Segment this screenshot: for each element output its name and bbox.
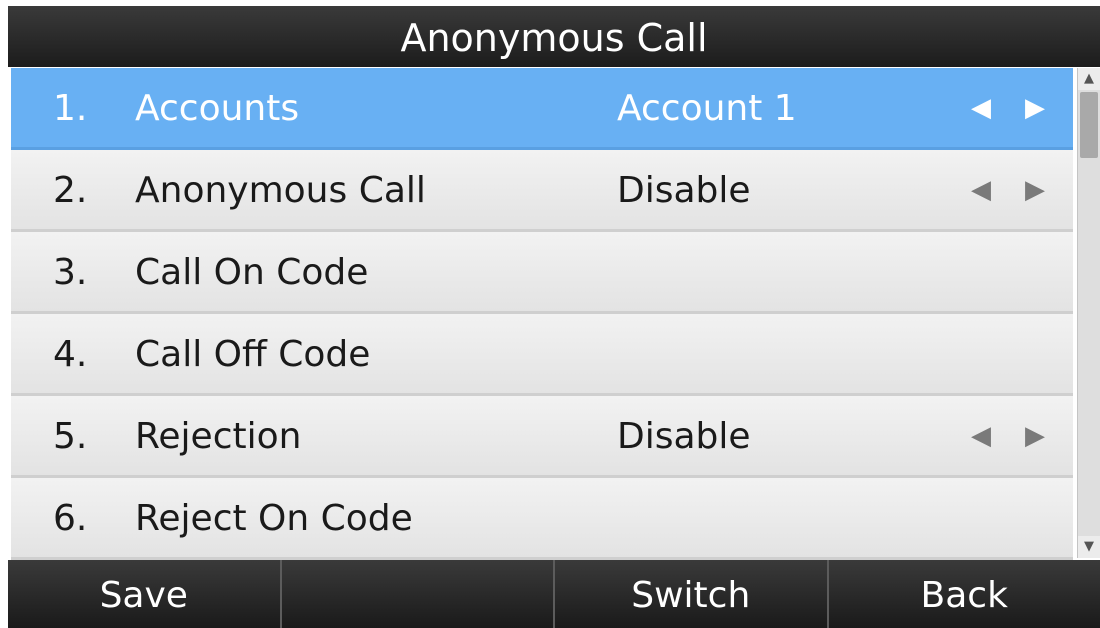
right-arrow-icon[interactable]: ▶ bbox=[1025, 68, 1045, 149]
left-arrow-icon[interactable]: ◀ bbox=[971, 68, 991, 149]
item-value: Disable bbox=[617, 170, 751, 211]
item-number: 4. bbox=[53, 334, 88, 375]
item-value: Disable bbox=[617, 416, 751, 457]
right-arrow-icon[interactable]: ▶ bbox=[1025, 396, 1045, 477]
list-item-anonymous-call[interactable]: 2. Anonymous Call Disable ◀ ▶ bbox=[11, 150, 1073, 232]
phone-screen: Anonymous Call 1. Accounts Account 1 ◀ ▶… bbox=[0, 0, 1100, 628]
scroll-up-icon[interactable]: ▲ bbox=[1078, 68, 1100, 90]
save-button[interactable]: Save bbox=[8, 560, 282, 628]
item-label: Rejection bbox=[135, 416, 302, 457]
softkey-bar: Save Switch Back bbox=[8, 560, 1100, 628]
item-number: 3. bbox=[53, 252, 88, 293]
item-value: Account 1 bbox=[617, 88, 797, 129]
item-number: 2. bbox=[53, 170, 88, 211]
scroll-thumb[interactable] bbox=[1080, 92, 1098, 158]
right-arrow-icon[interactable]: ▶ bbox=[1025, 150, 1045, 231]
back-button[interactable]: Back bbox=[829, 560, 1100, 628]
list-item-call-on-code[interactable]: 3. Call On Code bbox=[11, 232, 1073, 314]
scrollbar[interactable]: ▲ ▼ bbox=[1077, 68, 1100, 558]
settings-list: 1. Accounts Account 1 ◀ ▶ 2. Anonymous C… bbox=[8, 68, 1075, 560]
item-label: Call Off Code bbox=[135, 334, 371, 375]
item-number: 5. bbox=[53, 416, 88, 457]
item-label: Reject On Code bbox=[135, 498, 413, 539]
switch-button[interactable]: Switch bbox=[555, 560, 829, 628]
item-label: Call On Code bbox=[135, 252, 369, 293]
item-number: 6. bbox=[53, 498, 88, 539]
scroll-down-icon[interactable]: ▼ bbox=[1078, 536, 1100, 558]
list-item-call-off-code[interactable]: 4. Call Off Code bbox=[11, 314, 1073, 396]
list-item-accounts[interactable]: 1. Accounts Account 1 ◀ ▶ bbox=[11, 68, 1073, 150]
item-label: Accounts bbox=[135, 88, 300, 129]
item-label: Anonymous Call bbox=[135, 170, 426, 211]
list-item-reject-on-code[interactable]: 6. Reject On Code bbox=[11, 478, 1073, 560]
item-number: 1. bbox=[53, 88, 88, 129]
list-item-rejection[interactable]: 5. Rejection Disable ◀ ▶ bbox=[11, 396, 1073, 478]
blank-softkey[interactable] bbox=[282, 560, 555, 628]
left-arrow-icon[interactable]: ◀ bbox=[971, 396, 991, 477]
left-arrow-icon[interactable]: ◀ bbox=[971, 150, 991, 231]
page-title: Anonymous Call bbox=[8, 6, 1100, 67]
